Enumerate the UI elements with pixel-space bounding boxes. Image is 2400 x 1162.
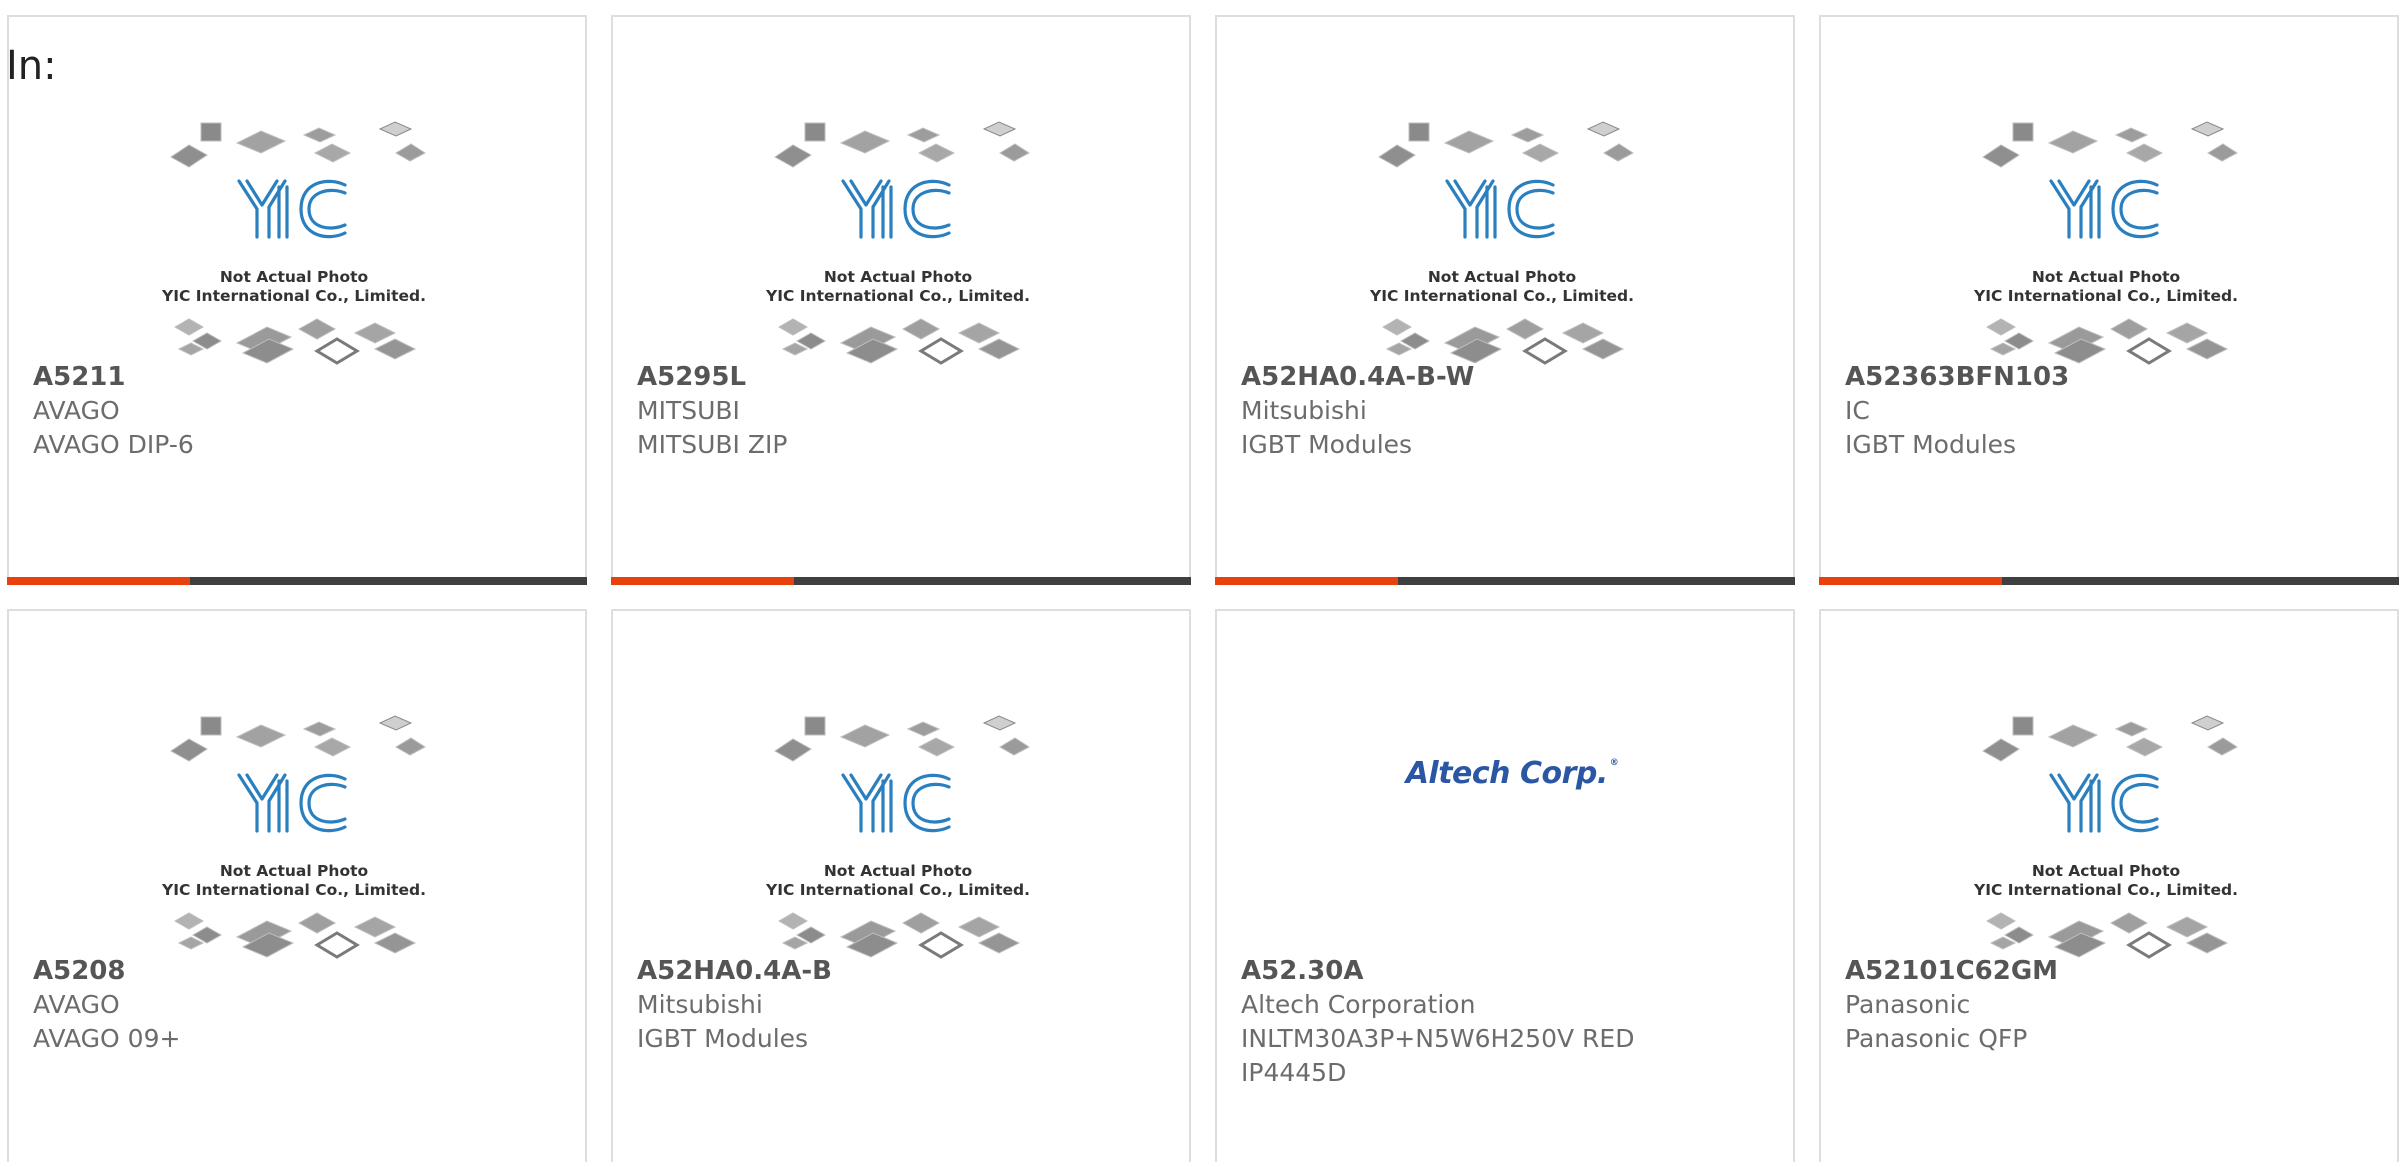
product-info: A52.30A Altech Corporation INLTM30A3P+N5… bbox=[1241, 954, 1783, 1090]
product-image[interactable]: Not Actual Photo YIC International Co., … bbox=[1971, 699, 2241, 959]
caption-line-2: YIC International Co., Limited. bbox=[1370, 287, 1634, 305]
product-card[interactable]: Not Actual Photo YIC International Co., … bbox=[611, 609, 1191, 1162]
yic-placeholder-graphic bbox=[1982, 121, 2238, 365]
product-info: A52HA0.4A-B-W Mitsubishi IGBT Modules bbox=[1241, 360, 1783, 462]
description: IGBT Modules bbox=[1241, 430, 1413, 459]
product-image[interactable]: Not Actual Photo YIC International Co., … bbox=[159, 105, 429, 365]
product-listing-page: In: Not Actual Photo YIC International C… bbox=[0, 0, 2400, 1162]
manufacturer: AVAGO bbox=[33, 396, 120, 425]
part-number[interactable]: A5208 bbox=[33, 954, 575, 988]
part-number[interactable]: A52101C62GM bbox=[1845, 954, 2387, 988]
yic-placeholder-graphic bbox=[1982, 715, 2238, 959]
product-image[interactable]: Not Actual Photo YIC International Co., … bbox=[1971, 105, 2241, 365]
altech-logo-text: Altech Corp. bbox=[1405, 756, 1609, 791]
caption-line-2: YIC International Co., Limited. bbox=[1974, 287, 2238, 305]
product-image[interactable]: Not Actual Photo YIC International Co., … bbox=[1367, 105, 1637, 365]
part-number[interactable]: A52HA0.4A-B-W bbox=[1241, 360, 1783, 394]
manufacturer: Panasonic bbox=[1845, 990, 1971, 1019]
caption-line-2: YIC International Co., Limited. bbox=[766, 881, 1030, 899]
card-bottom-bar bbox=[1215, 577, 1795, 585]
product-info: A5295L MITSUBI MITSUBI ZIP bbox=[637, 360, 1179, 462]
card-bottom-bar bbox=[611, 577, 1191, 585]
yic-placeholder-graphic bbox=[170, 715, 426, 959]
not-actual-photo-caption: Not Actual Photo YIC International Co., … bbox=[763, 268, 1033, 306]
card-accent-bar bbox=[1819, 577, 2002, 585]
caption-line-2: YIC International Co., Limited. bbox=[162, 287, 426, 305]
registered-mark: ® bbox=[1609, 758, 1619, 768]
product-card[interactable]: Not Actual Photo YIC International Co., … bbox=[1819, 15, 2399, 585]
in-label: In: bbox=[6, 43, 57, 89]
caption-line-1: Not Actual Photo bbox=[219, 862, 369, 880]
part-number[interactable]: A5211 bbox=[33, 360, 575, 394]
card-accent-bar bbox=[1215, 577, 1398, 585]
description: AVAGO 09+ bbox=[33, 1024, 181, 1053]
product-image[interactable]: Altech Corp. ® bbox=[1402, 728, 1622, 888]
description: AVAGO DIP-6 bbox=[33, 430, 194, 459]
description: INLTM30A3P+N5W6H250V RED bbox=[1241, 1024, 1635, 1053]
product-card[interactable]: Not Actual Photo YIC International Co., … bbox=[7, 15, 587, 585]
product-card[interactable]: Altech Corp. ® A52.30A Altech Corporation… bbox=[1215, 609, 1795, 1162]
yic-placeholder-graphic bbox=[170, 121, 426, 365]
caption-line-1: Not Actual Photo bbox=[1427, 268, 1577, 286]
part-number[interactable]: A5295L bbox=[637, 360, 1179, 394]
manufacturer: IC bbox=[1845, 396, 1870, 425]
manufacturer: Mitsubishi bbox=[1241, 396, 1367, 425]
not-actual-photo-caption: Not Actual Photo YIC International Co., … bbox=[763, 862, 1033, 900]
description: Panasonic QFP bbox=[1845, 1024, 2028, 1053]
product-image[interactable]: Not Actual Photo YIC International Co., … bbox=[159, 699, 429, 959]
description: IGBT Modules bbox=[637, 1024, 809, 1053]
manufacturer: Altech Corporation bbox=[1241, 990, 1476, 1019]
manufacturer: Mitsubishi bbox=[637, 990, 763, 1019]
caption-line-1: Not Actual Photo bbox=[823, 862, 973, 880]
altech-logo: Altech Corp. ® bbox=[1402, 756, 1622, 791]
caption-line-2: YIC International Co., Limited. bbox=[766, 287, 1030, 305]
yic-placeholder-graphic bbox=[774, 715, 1030, 959]
product-info: A52363BFN103 IC IGBT Modules bbox=[1845, 360, 2387, 462]
not-actual-photo-caption: Not Actual Photo YIC International Co., … bbox=[159, 268, 429, 306]
caption-line-1: Not Actual Photo bbox=[219, 268, 369, 286]
not-actual-photo-caption: Not Actual Photo YIC International Co., … bbox=[1971, 862, 2241, 900]
caption-line-2: YIC International Co., Limited. bbox=[1974, 881, 2238, 899]
caption-line-1: Not Actual Photo bbox=[823, 268, 973, 286]
product-image[interactable]: Not Actual Photo YIC International Co., … bbox=[763, 105, 1033, 365]
card-bottom-bar bbox=[1819, 577, 2399, 585]
product-info: A5211 AVAGO AVAGO DIP-6 bbox=[33, 360, 575, 462]
product-info: A52101C62GM Panasonic Panasonic QFP bbox=[1845, 954, 2387, 1056]
caption-line-1: Not Actual Photo bbox=[2031, 862, 2181, 880]
not-actual-photo-caption: Not Actual Photo YIC International Co., … bbox=[1971, 268, 2241, 306]
yic-placeholder-graphic bbox=[774, 121, 1030, 365]
product-image[interactable]: Not Actual Photo YIC International Co., … bbox=[763, 699, 1033, 959]
product-card[interactable]: Not Actual Photo YIC International Co., … bbox=[1215, 15, 1795, 585]
card-accent-bar bbox=[7, 577, 190, 585]
caption-line-2: YIC International Co., Limited. bbox=[162, 881, 426, 899]
product-card[interactable]: Not Actual Photo YIC International Co., … bbox=[611, 15, 1191, 585]
card-bottom-bar bbox=[7, 577, 587, 585]
not-actual-photo-caption: Not Actual Photo YIC International Co., … bbox=[159, 862, 429, 900]
product-info: A5208 AVAGO AVAGO 09+ bbox=[33, 954, 575, 1056]
yic-placeholder-graphic bbox=[1378, 121, 1634, 365]
card-accent-bar bbox=[611, 577, 794, 585]
part-number[interactable]: A52.30A bbox=[1241, 954, 1783, 988]
product-card[interactable]: Not Actual Photo YIC International Co., … bbox=[7, 609, 587, 1162]
manufacturer: MITSUBI bbox=[637, 396, 740, 425]
part-number[interactable]: A52HA0.4A-B bbox=[637, 954, 1179, 988]
part-number[interactable]: A52363BFN103 bbox=[1845, 360, 2387, 394]
manufacturer: AVAGO bbox=[33, 990, 120, 1019]
not-actual-photo-caption: Not Actual Photo YIC International Co., … bbox=[1367, 268, 1637, 306]
description-line-2: IP4445D bbox=[1241, 1058, 1347, 1087]
description: IGBT Modules bbox=[1845, 430, 2017, 459]
product-grid: Not Actual Photo YIC International Co., … bbox=[7, 15, 2400, 1162]
product-info: A52HA0.4A-B Mitsubishi IGBT Modules bbox=[637, 954, 1179, 1056]
caption-line-1: Not Actual Photo bbox=[2031, 268, 2181, 286]
product-card[interactable]: Not Actual Photo YIC International Co., … bbox=[1819, 609, 2399, 1162]
description: MITSUBI ZIP bbox=[637, 430, 788, 459]
